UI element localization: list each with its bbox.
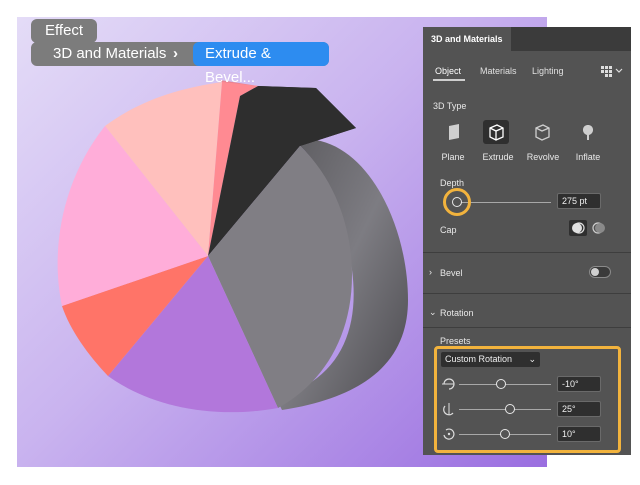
tab-object[interactable]: Object	[435, 66, 461, 76]
plane-type-button[interactable]	[441, 120, 467, 144]
revolve-icon	[535, 124, 550, 141]
bevel-toggle[interactable]	[589, 266, 611, 278]
gear-icon[interactable]	[601, 65, 623, 77]
plane-icon	[449, 124, 459, 140]
revolve-type-button[interactable]	[529, 120, 555, 144]
panel-tab-bar: 3D and Materials	[423, 27, 631, 51]
extrude-type-button[interactable]	[483, 120, 509, 144]
divider-2	[423, 293, 631, 294]
chevron-right-icon[interactable]: ›	[429, 267, 432, 277]
depth-field[interactable]: 275 pt	[557, 193, 601, 209]
rotation-label[interactable]: Rotation	[440, 308, 474, 318]
cap-label: Cap	[440, 225, 457, 235]
3d-type-label: 3D Type	[433, 101, 467, 111]
cap-on-icon[interactable]	[569, 220, 587, 236]
breadcrumb-item-extrude-bevel[interactable]: Extrude & Bevel...	[193, 42, 329, 86]
type-label-extrude: Extrude	[482, 152, 514, 162]
type-label-plane: Plane	[441, 152, 465, 162]
bevel-toggle-knob	[591, 268, 599, 276]
chevron-right-icon: ›	[173, 45, 178, 62]
presets-label: Presets	[440, 336, 471, 346]
depth-highlight-ring	[443, 188, 471, 216]
inflate-type-button[interactable]	[575, 120, 601, 144]
divider-1	[423, 252, 631, 253]
tab-lighting[interactable]: Lighting	[532, 66, 564, 76]
bevel-label[interactable]: Bevel	[440, 268, 463, 278]
chevron-down-icon[interactable]: ⌄	[429, 307, 437, 318]
tab-materials[interactable]: Materials	[480, 66, 517, 76]
type-label-revolve: Revolve	[526, 152, 560, 162]
extrude-icon	[489, 124, 504, 141]
breadcrumb: 3D and Materials › Extrude & Bevel...	[31, 42, 329, 86]
rotation-highlight-box	[434, 346, 621, 453]
divider-3	[423, 327, 631, 328]
3d-materials-panel: 3D and Materials Object Materials Lighti…	[423, 27, 631, 455]
tab-object-underline	[433, 79, 465, 81]
panel-title-tab[interactable]: 3D and Materials	[423, 27, 511, 51]
cap-off-icon[interactable]	[591, 220, 607, 236]
effect-menu-pill[interactable]: Effect	[31, 19, 98, 43]
inflate-icon	[582, 125, 594, 140]
type-label-inflate: Inflate	[575, 152, 601, 162]
depth-label: Depth	[440, 178, 465, 188]
breadcrumb-item-3d-materials[interactable]: 3D and Materials	[53, 42, 166, 66]
